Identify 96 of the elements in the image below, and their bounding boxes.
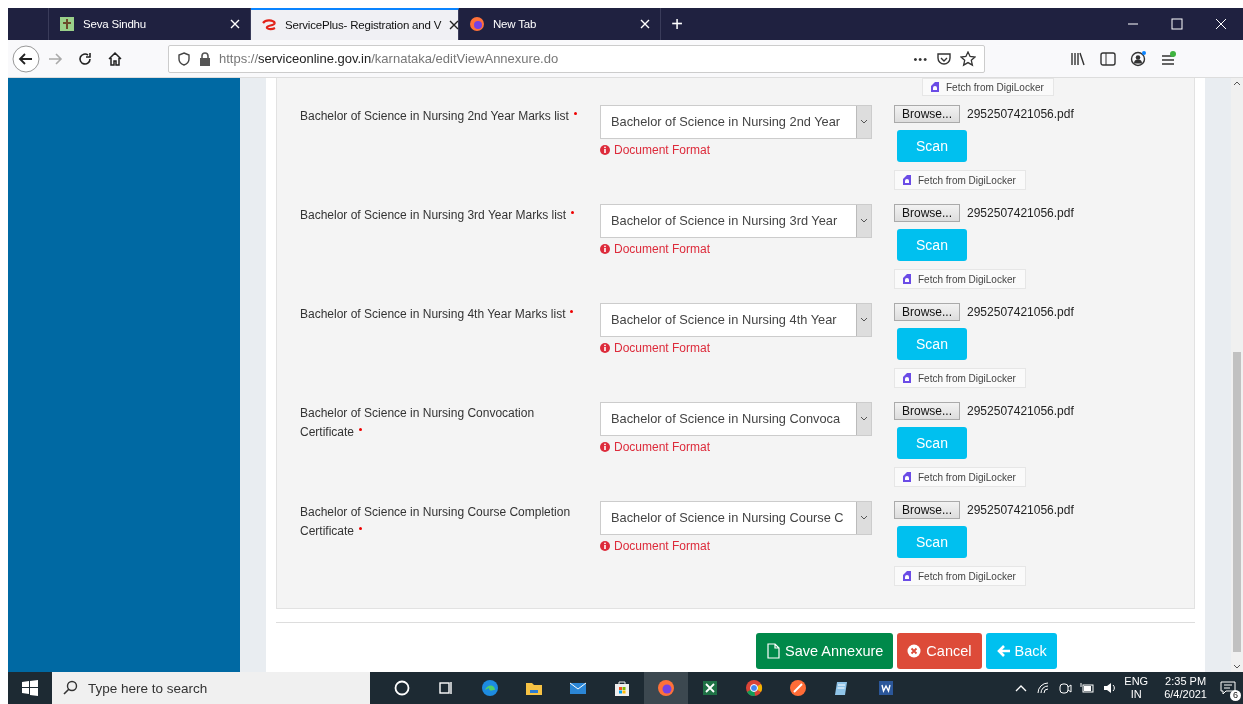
caret-icon <box>860 515 868 521</box>
battery-plug-icon[interactable] <box>1080 681 1095 695</box>
star-icon[interactable] <box>960 50 976 67</box>
digilocker-button[interactable]: Fetch from DigiLocker <box>894 368 1026 388</box>
document-label: Bachelor of Science in Nursing Course Completion Certificate <box>300 505 571 538</box>
taskbar-search-field[interactable]: Type here to search <box>52 672 370 704</box>
info-icon <box>600 442 610 452</box>
menu-icon[interactable] <box>1160 50 1176 67</box>
shopping-bag-icon[interactable] <box>613 679 631 697</box>
library-icon[interactable] <box>1070 50 1086 67</box>
cancel-button[interactable]: Cancel <box>897 633 982 669</box>
document-format-link[interactable]: Document Format <box>600 143 872 157</box>
caret-up-icon[interactable] <box>1233 80 1241 86</box>
signal-icon[interactable] <box>1036 681 1051 695</box>
reload-icon[interactable] <box>77 50 93 67</box>
new-tab-button[interactable]: + <box>661 8 693 40</box>
file-name: 2952507421056.pdf <box>967 107 1074 121</box>
document-format-link[interactable]: Document Format <box>600 341 872 355</box>
cloud-lock-icon <box>929 81 941 93</box>
arrow-left-icon <box>995 643 1011 659</box>
sidebar-icon[interactable] <box>1100 50 1116 67</box>
address-bar[interactable]: https://serviceonline.gov.in/karnataka/editViewAnnexure.do ••• <box>168 44 985 73</box>
digilocker-button[interactable]: Fetch from DigiLocker <box>894 170 1026 190</box>
shield-icon <box>177 51 191 66</box>
document-format-link[interactable]: Document Format <box>600 242 872 256</box>
search-icon <box>62 680 78 696</box>
fox-globe-icon[interactable] <box>657 679 675 697</box>
document-w-icon[interactable] <box>877 679 895 697</box>
info-icon <box>600 244 610 254</box>
input-language-indicator[interactable]: ENG IN <box>1124 675 1149 701</box>
task-view-icon[interactable] <box>437 679 455 697</box>
info-icon <box>600 145 610 155</box>
circle-icon[interactable] <box>393 679 411 697</box>
save-button[interactable]: Save Annexure <box>756 633 894 669</box>
browse-button[interactable]: Browse... <box>894 402 960 420</box>
url-text: https://serviceonline.gov.in/karnataka/editViewAnnexure.do <box>219 51 559 66</box>
file-name: 2952507421056.pdf <box>967 404 1074 418</box>
clock[interactable]: 2:35 PM 6/4/2021 <box>1164 675 1207 701</box>
home-icon[interactable] <box>107 50 123 67</box>
browser-tab[interactable]: ServicePlus- Registration and V <box>251 8 459 40</box>
maximize-icon[interactable] <box>1170 17 1184 31</box>
camera-icon[interactable] <box>1058 681 1073 695</box>
digilocker-button[interactable]: Fetch from DigiLocker <box>894 467 1026 487</box>
close-icon[interactable] <box>449 20 460 30</box>
file-name: 2952507421056.pdf <box>967 206 1074 220</box>
browse-button[interactable]: Browse... <box>894 204 960 222</box>
squiggle-logo-icon <box>261 17 277 33</box>
fox-globe-icon <box>469 16 485 32</box>
document-type-dropdown[interactable]: Bachelor of Science in Nursing Course C <box>600 501 872 535</box>
cloud-lock-icon <box>901 570 913 582</box>
document-label: Bachelor of Science in Nursing Convocation Certificate <box>300 406 535 439</box>
tree-icon <box>59 16 75 32</box>
back-icon[interactable] <box>12 44 40 73</box>
browse-button[interactable]: Browse... <box>894 105 960 123</box>
file-name: 2952507421056.pdf <box>967 503 1074 517</box>
document-type-dropdown[interactable]: Bachelor of Science in Nursing 2nd Year <box>600 105 872 139</box>
cloud-lock-icon <box>901 273 913 285</box>
caret-icon <box>860 119 868 125</box>
caret-down-icon[interactable] <box>1233 664 1241 670</box>
lock-icon <box>199 51 211 66</box>
digilocker-button[interactable]: Fetch from DigiLocker <box>894 269 1026 289</box>
digilocker-button[interactable]: Fetch from DigiLocker <box>894 566 1026 586</box>
document-type-dropdown[interactable]: Bachelor of Science in Nursing 3rd Year <box>600 204 872 238</box>
pocket-icon[interactable] <box>936 50 952 67</box>
document-format-link[interactable]: Document Format <box>600 440 872 454</box>
cloud-lock-icon <box>901 471 913 483</box>
document-icon <box>766 643 781 659</box>
spreadsheet-icon[interactable] <box>701 679 719 697</box>
wave-globe-icon[interactable] <box>481 679 499 697</box>
notification-count: 6 <box>1230 690 1241 701</box>
document-format-link[interactable]: Document Format <box>600 539 872 553</box>
digilocker-button[interactable]: Fetch from DigiLocker <box>922 78 1054 96</box>
account-icon[interactable] <box>1130 50 1146 67</box>
info-icon <box>600 343 610 353</box>
speaker-icon[interactable] <box>1102 681 1117 695</box>
cloud-lock-icon <box>901 174 913 186</box>
info-icon <box>600 541 610 551</box>
caret-icon <box>860 218 868 224</box>
cloud-lock-icon <box>901 372 913 384</box>
caret-icon <box>860 317 868 323</box>
browse-button[interactable]: Browse... <box>894 303 960 321</box>
document-type-dropdown[interactable]: Bachelor of Science in Nursing Convoca <box>600 402 872 436</box>
chrome-logo-icon[interactable] <box>745 679 763 697</box>
file-name: 2952507421056.pdf <box>967 305 1074 319</box>
notification-icon[interactable] <box>1220 680 1236 696</box>
document-label: Bachelor of Science in Nursing 4th Year Marks list <box>300 307 566 321</box>
document-type-dropdown[interactable]: Bachelor of Science in Nursing 4th Year <box>600 303 872 337</box>
document-label: Bachelor of Science in Nursing 2nd Year Marks list <box>300 109 569 123</box>
caret-icon <box>860 416 868 422</box>
browse-button[interactable]: Browse... <box>894 501 960 519</box>
rocket-circle-icon[interactable] <box>789 679 807 697</box>
page-actions-button[interactable]: ••• <box>913 52 928 65</box>
document-label: Bachelor of Science in Nursing 3rd Year Marks list <box>300 208 567 222</box>
windows-logo-icon[interactable] <box>22 680 38 696</box>
cancel-icon <box>907 643 923 659</box>
scrollbar[interactable] <box>1231 78 1243 672</box>
